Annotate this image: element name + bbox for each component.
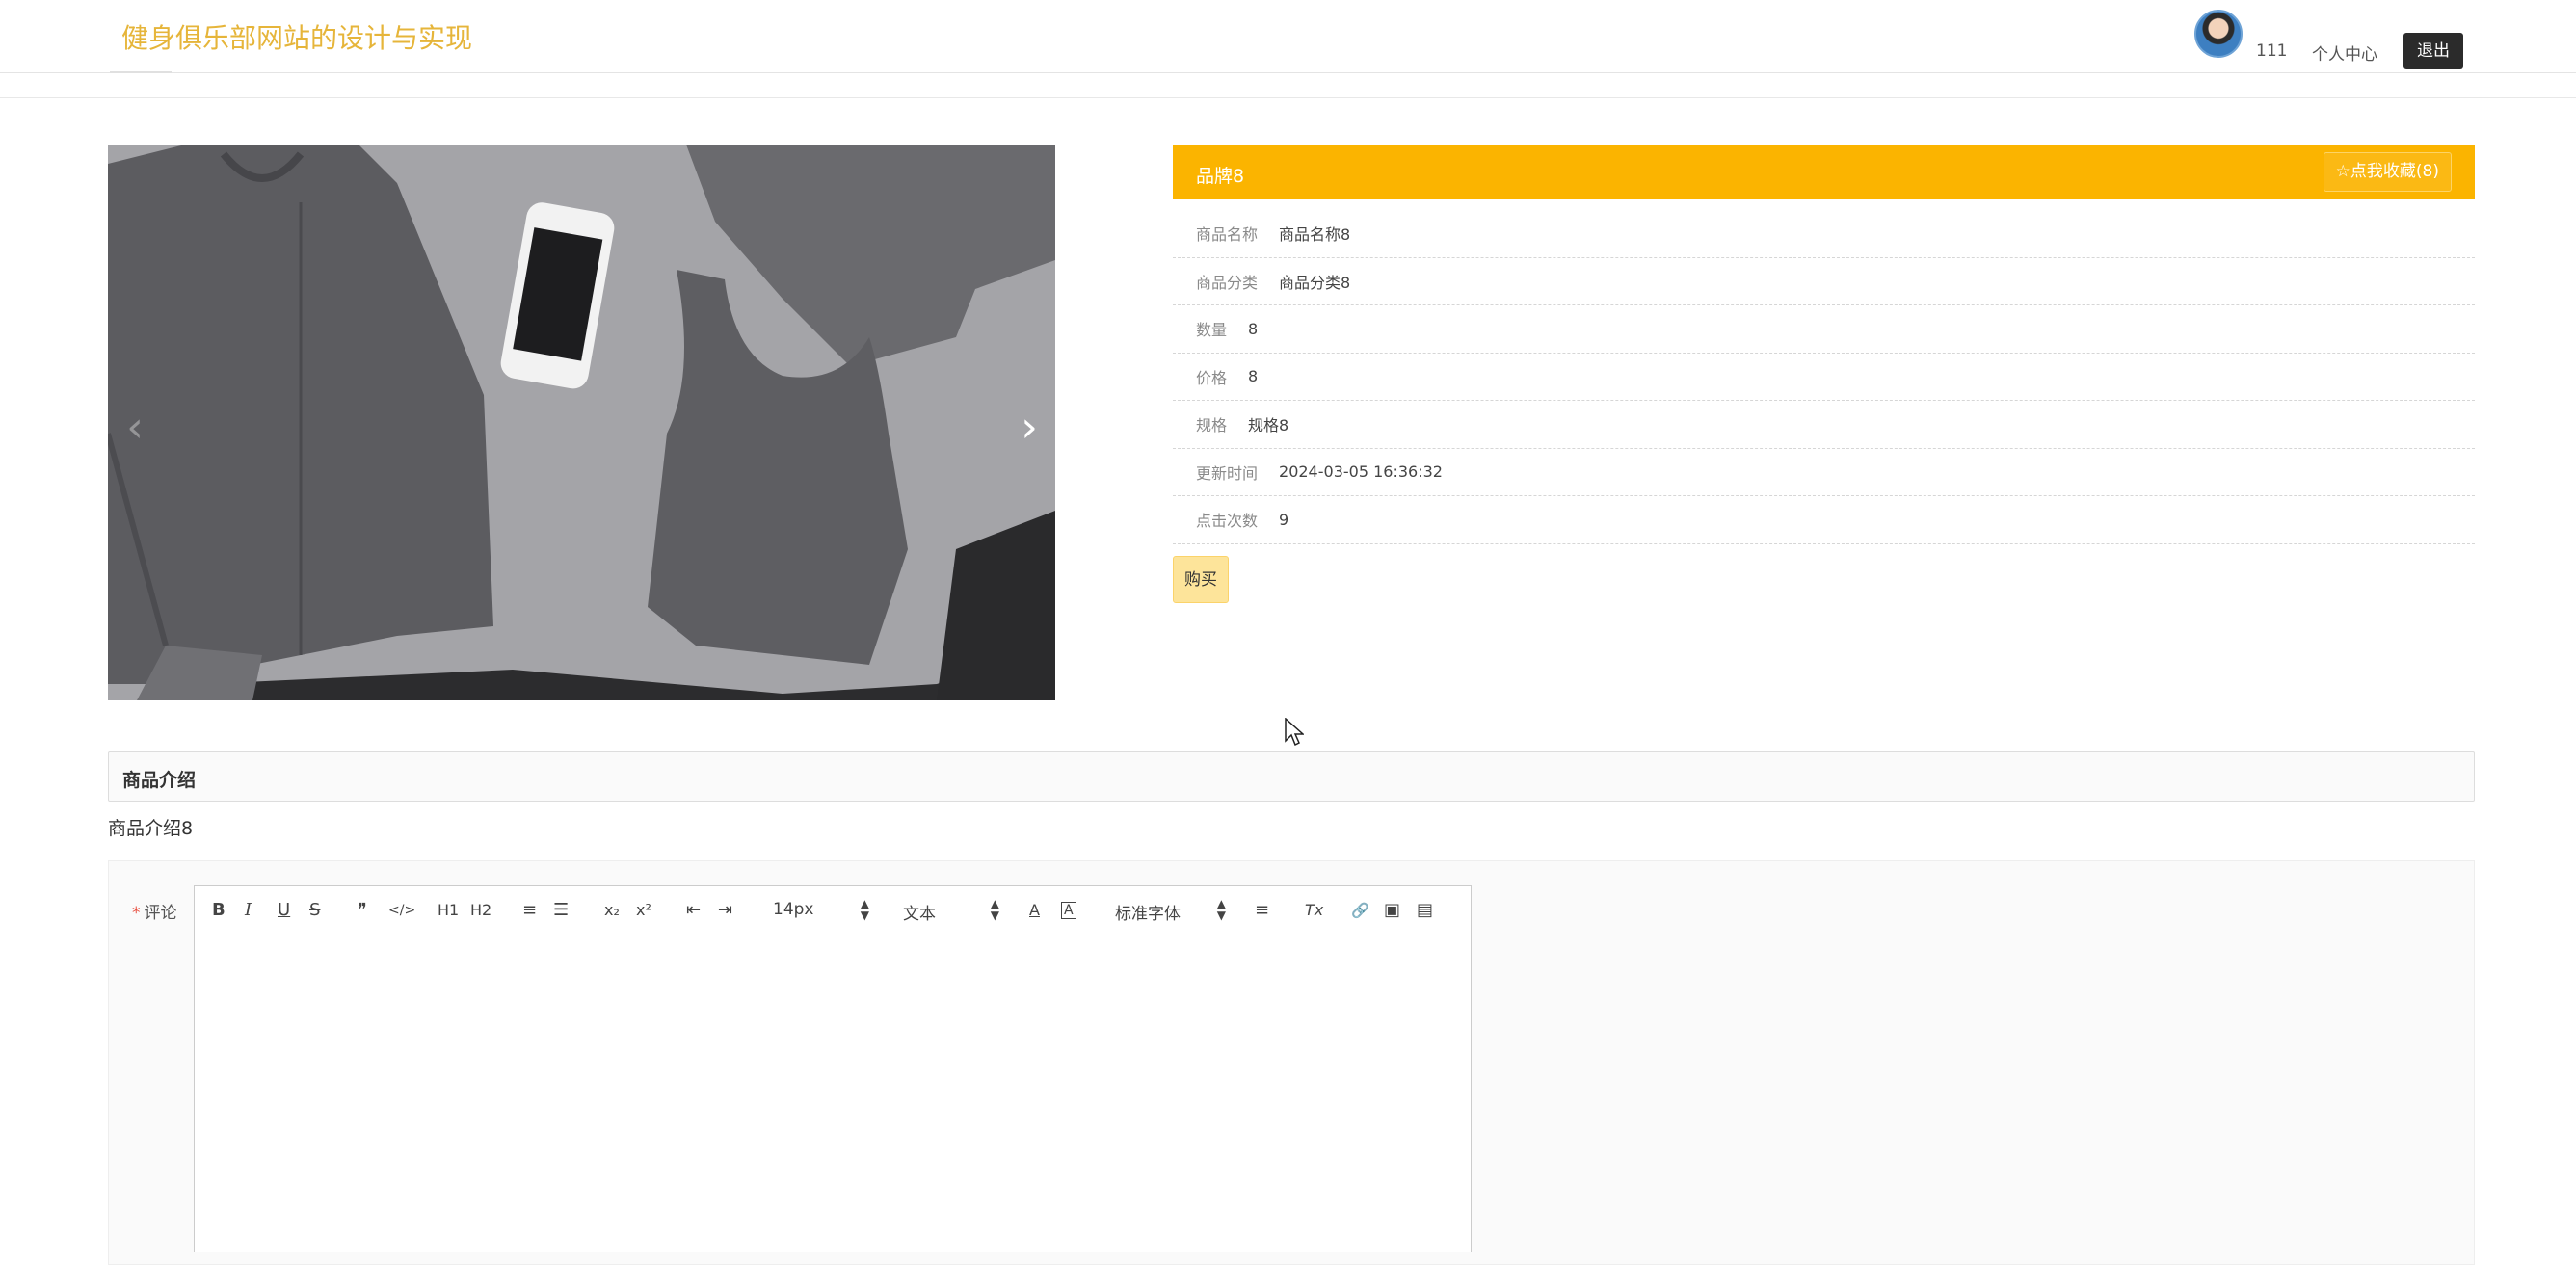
font-family-value: 标准字体 — [1115, 905, 1181, 924]
detail-row-quantity: 数量 8 — [1173, 305, 2475, 354]
indent-icon[interactable]: ⇥ — [718, 900, 732, 921]
align-icon[interactable]: ≡ — [1255, 900, 1269, 921]
buy-button[interactable]: 购买 — [1173, 556, 1229, 603]
detail-value: 8 — [1248, 367, 1259, 386]
font-family-select[interactable]: 标准字体 ▲ ▼ — [1115, 897, 1226, 924]
underline-icon[interactable]: U — [278, 900, 290, 921]
product-details-list: 商品名称 商品名称8 商品分类 商品分类8 数量 8 价格 8 规格 规格8 更… — [1173, 210, 2475, 544]
detail-value: 9 — [1279, 510, 1289, 529]
header-2-icon[interactable]: H2 — [470, 900, 491, 921]
detail-value: 商品分类8 — [1279, 273, 1351, 292]
detail-label: 更新时间 — [1196, 463, 1259, 483]
avatar[interactable] — [2194, 10, 2243, 58]
intro-title: 商品介绍 — [122, 770, 197, 791]
chevron-left-icon: ‹ — [126, 403, 144, 452]
blockquote-icon[interactable]: ❞ — [358, 900, 367, 921]
select-caret-icon: ▲ ▼ — [860, 897, 869, 922]
required-mark: * — [132, 904, 141, 923]
site-title[interactable]: 健身俱乐部网站的设计与实现 — [121, 17, 472, 56]
brand-name: 品牌8 — [1196, 166, 1245, 187]
detail-value: 2024-03-05 16:36:32 — [1279, 462, 1443, 482]
bullet-list-icon[interactable]: ☰ — [553, 900, 569, 921]
detail-label: 点击次数 — [1196, 512, 1259, 531]
detail-row-category: 商品分类 商品分类8 — [1173, 258, 2475, 305]
header-select-value: 文本 — [903, 905, 936, 924]
detail-label: 规格 — [1196, 416, 1228, 435]
detail-value: 商品名称8 — [1279, 225, 1351, 245]
top-header: 健身俱乐部网站的设计与实现 111 个人中心 退出 — [0, 0, 2576, 73]
comment-label-text: 评论 — [144, 904, 177, 923]
detail-row-price: 价格 8 — [1173, 354, 2475, 401]
italic-icon[interactable]: I — [245, 900, 252, 921]
outdent-icon[interactable]: ⇤ — [686, 900, 701, 921]
background-color-icon[interactable]: A — [1061, 902, 1076, 919]
section-divider — [0, 97, 2576, 98]
favorite-button[interactable]: ☆点我收藏(8) — [2323, 152, 2452, 192]
detail-value: 规格8 — [1248, 416, 1289, 435]
header-select[interactable]: 文本 ▲ ▼ — [903, 897, 999, 924]
detail-label: 商品名称 — [1196, 225, 1259, 245]
detail-row-name: 商品名称 商品名称8 — [1173, 210, 2475, 258]
link-icon[interactable]: 🔗 — [1351, 900, 1369, 921]
user-center-link[interactable]: 个人中心 — [2312, 40, 2377, 65]
image-icon[interactable]: ▣ — [1384, 900, 1400, 921]
superscript-icon[interactable]: x² — [636, 900, 651, 921]
intro-header: 商品介绍 — [108, 751, 2475, 802]
select-caret-icon: ▲ ▼ — [1216, 897, 1226, 922]
product-image — [108, 145, 1055, 700]
detail-label: 商品分类 — [1196, 273, 1259, 292]
detail-value: 8 — [1248, 319, 1259, 338]
intro-text: 商品介绍8 — [108, 818, 194, 839]
mouse-cursor-icon — [1285, 718, 1304, 747]
comment-label: * 评论 — [132, 899, 177, 923]
title-underline — [110, 71, 172, 73]
detail-row-clicks: 点击次数 9 — [1173, 496, 2475, 544]
code-block-icon[interactable]: </> — [388, 900, 415, 921]
text-color-icon[interactable]: A — [1029, 900, 1040, 921]
clear-format-icon[interactable]: Tx — [1305, 900, 1323, 921]
carousel-prev-arrow[interactable]: ‹ — [116, 405, 154, 451]
product-image-carousel[interactable] — [108, 145, 1055, 700]
ordered-list-icon[interactable]: ≡ — [522, 900, 537, 921]
header-1-icon[interactable]: H1 — [438, 900, 459, 921]
detail-row-spec: 规格 规格8 — [1173, 401, 2475, 449]
rich-text-toolbar: B I U S ❞ </> H1 H2 ≡ ☰ x₂ x² ⇤ ⇥ 14px ▲… — [194, 885, 1472, 936]
chevron-right-icon: › — [1021, 403, 1038, 452]
username: 111 — [2256, 41, 2288, 61]
strikethrough-icon[interactable]: S — [309, 900, 320, 921]
detail-label: 价格 — [1196, 368, 1228, 387]
detail-label: 数量 — [1196, 321, 1228, 340]
bold-icon[interactable]: B — [212, 900, 226, 921]
font-size-value: 14px — [773, 900, 814, 919]
comment-editor[interactable] — [194, 935, 1472, 1252]
logout-button[interactable]: 退出 — [2403, 33, 2463, 69]
product-info-header: 品牌8 ☆点我收藏(8) — [1173, 145, 2475, 199]
select-caret-icon: ▲ ▼ — [990, 897, 999, 922]
detail-row-updated: 更新时间 2024-03-05 16:36:32 — [1173, 449, 2475, 496]
font-size-select[interactable]: 14px ▲ ▼ — [773, 897, 869, 922]
video-icon[interactable]: ▤ — [1417, 900, 1433, 921]
subscript-icon[interactable]: x₂ — [604, 900, 620, 921]
carousel-next-arrow[interactable]: › — [1010, 405, 1049, 451]
